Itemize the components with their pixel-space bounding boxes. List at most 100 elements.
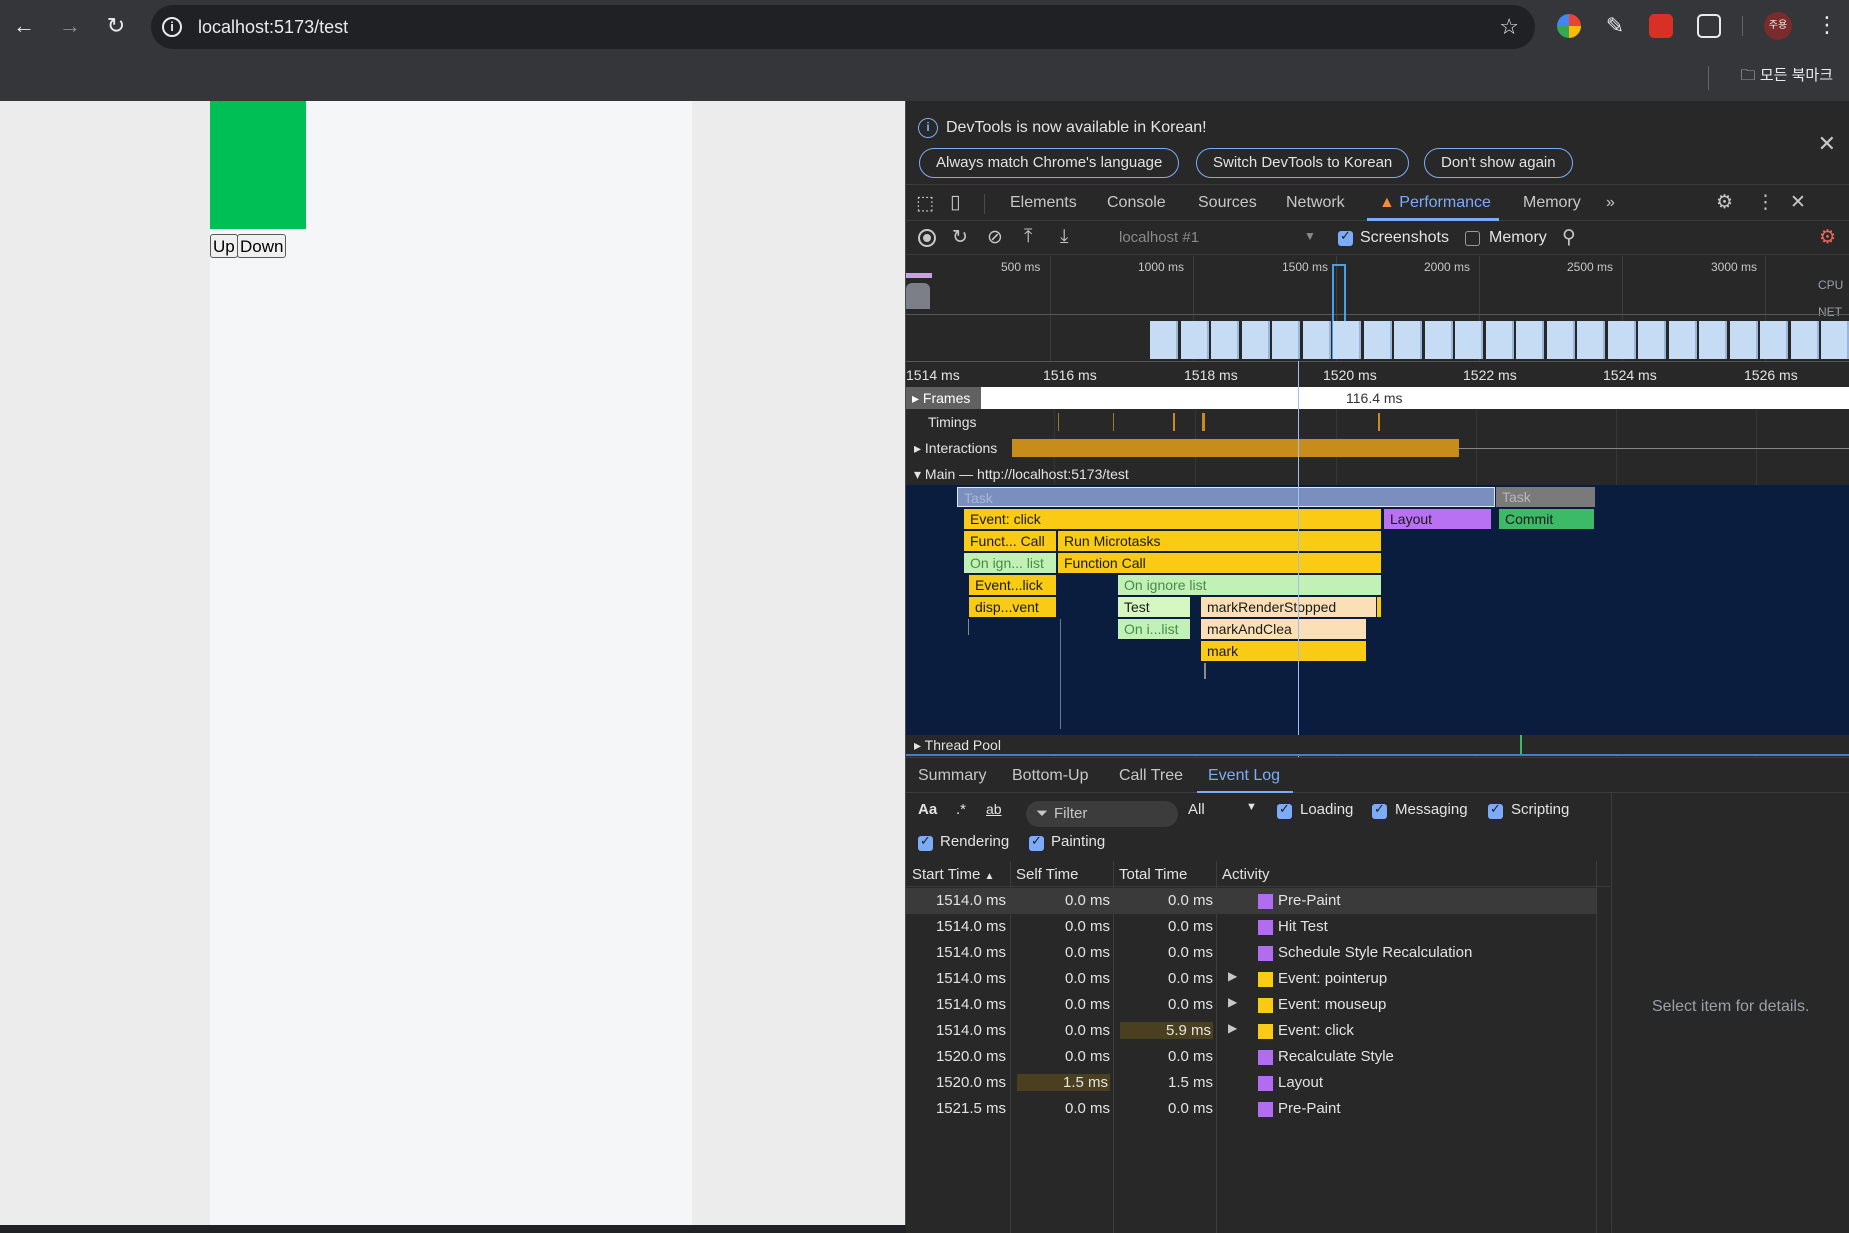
flame-function-call[interactable]: Funct... Call (964, 531, 1057, 551)
device-toolbar-icon[interactable]: ▯ (950, 191, 960, 214)
screenshot-thumbnail[interactable] (1546, 321, 1575, 359)
filter-input[interactable]: ⏷ Filter (1026, 801, 1178, 827)
eyedropper-icon[interactable]: ✎ (1603, 14, 1627, 38)
whole-word-icon[interactable]: ab (986, 801, 1002, 817)
interaction-bar[interactable] (1012, 439, 1459, 457)
rendering-checkbox[interactable] (918, 833, 933, 851)
target-select[interactable]: localhost #1 (1119, 229, 1199, 246)
expand-icon[interactable]: ▶ (1228, 1021, 1237, 1035)
table-row[interactable]: 1520.0 ms 0.0 ms 0.0 ms Recalculate Style (906, 1044, 1596, 1070)
flame-layout[interactable]: Layout (1384, 509, 1492, 529)
screenshot-thumbnail[interactable] (1394, 321, 1422, 359)
close-devtools-icon[interactable]: ✕ (1790, 191, 1806, 214)
screenshot-thumbnail[interactable] (1241, 321, 1270, 359)
reload-record-icon[interactable]: ↻ (952, 226, 968, 249)
screenshot-thumbnail[interactable] (1333, 321, 1361, 359)
screenshot-thumbnail[interactable] (1302, 321, 1331, 359)
memory-checkbox[interactable] (1465, 231, 1480, 246)
forward-icon[interactable]: → (55, 11, 85, 41)
main-flame-chart[interactable]: Task Task Event: click Layout Commit Fun… (906, 485, 1849, 735)
chevron-down-icon[interactable]: ▼ (1246, 801, 1257, 813)
url-text[interactable]: localhost:5173/test (198, 17, 348, 38)
table-row[interactable]: 1514.0 ms 0.0 ms 5.9 ms ▶ Event: click (906, 1018, 1596, 1044)
tab-network[interactable]: Network (1286, 194, 1345, 212)
flame-ignore-list[interactable]: On ign... list (964, 553, 1057, 573)
loading-checkbox[interactable] (1277, 801, 1292, 819)
devtools-menu-icon[interactable]: ⋮ (1756, 191, 1775, 214)
screenshot-thumbnail[interactable] (1150, 321, 1178, 359)
switch-korean-button[interactable]: Switch DevTools to Korean (1196, 148, 1410, 178)
flame-mark[interactable]: mark (1201, 641, 1367, 661)
expand-icon[interactable]: ▶ (1228, 995, 1237, 1009)
settings-gear-icon[interactable]: ⚙ (1716, 191, 1733, 214)
flame-test[interactable]: Test (1118, 597, 1191, 617)
screenshot-thumbnail[interactable] (1638, 321, 1666, 359)
screenshots-checkbox[interactable] (1338, 228, 1353, 246)
table-row[interactable]: 1514.0 ms 0.0 ms 0.0 ms Schedule Style Reca… (906, 940, 1596, 966)
regex-icon[interactable]: .* (956, 801, 966, 818)
painting-checkbox[interactable] (1029, 833, 1044, 851)
tab-performance[interactable]: ▲ Performance (1379, 194, 1491, 212)
screenshot-thumbnail[interactable] (1760, 321, 1788, 359)
reload-icon[interactable]: ↻ (101, 11, 131, 41)
flame-mark-render-stopped[interactable]: markRenderStopped (1201, 597, 1377, 617)
col-start-time[interactable]: Start Time ▲ (912, 866, 994, 883)
tab-memory[interactable]: Memory (1523, 194, 1581, 212)
expand-icon[interactable]: ▶ (1228, 969, 1237, 983)
table-row[interactable]: 1514.0 ms 0.0 ms 0.0 ms Pre-Paint (906, 888, 1596, 914)
screenshot-thumbnail[interactable] (1668, 321, 1697, 359)
screenshot-thumbnail[interactable] (1821, 321, 1849, 359)
main-track-label-wrap[interactable]: ▾ Main — http://localhost:5173/test (914, 466, 1129, 483)
table-row[interactable]: 1521.5 ms 0.0 ms 0.0 ms Pre-Paint (906, 1096, 1596, 1122)
chevron-down-icon[interactable]: ▼ (1304, 229, 1316, 243)
tab-elements[interactable]: Elements (1010, 194, 1077, 212)
col-activity[interactable]: Activity (1222, 866, 1270, 883)
browser-menu-icon[interactable]: ⋮ (1816, 12, 1838, 38)
frames-track-header[interactable]: ▸ Frames (906, 387, 981, 409)
screenshot-thumbnail[interactable] (1516, 321, 1544, 359)
back-icon[interactable]: ← (9, 11, 39, 41)
interactions-header[interactable]: ▸ Interactions (914, 440, 997, 457)
tab-summary[interactable]: Summary (918, 767, 986, 785)
level-select[interactable]: All (1188, 801, 1205, 818)
thread-pool-track[interactable]: ▸ Thread Pool (906, 735, 1849, 755)
profile-avatar[interactable]: 주용 (1764, 12, 1792, 40)
frames-track[interactable]: ▸ Frames 116.4 ms (906, 387, 1849, 409)
extensions-puzzle-icon[interactable] (1697, 14, 1721, 38)
flame-sliver[interactable] (1377, 597, 1382, 617)
flame-task[interactable]: Task (1496, 487, 1596, 507)
screenshot-thumbnail[interactable] (1424, 321, 1453, 359)
table-row[interactable]: 1514.0 ms 0.0 ms 0.0 ms ▶ Event: pointerup (906, 966, 1596, 992)
screenshot-thumbnail[interactable] (1607, 321, 1636, 359)
upload-icon[interactable]: ⤒ (1024, 226, 1032, 248)
tab-call-tree[interactable]: Call Tree (1119, 767, 1183, 785)
tab-bottom-up[interactable]: Bottom-Up (1012, 767, 1088, 785)
flame-run-microtasks[interactable]: Run Microtasks (1058, 531, 1382, 551)
flame-ignore-list[interactable]: On ignore list (1118, 575, 1382, 595)
all-bookmarks-button[interactable]: 🗀 모든 북마크 (1741, 64, 1833, 90)
color-extension-icon[interactable] (1557, 14, 1581, 38)
bookmark-star-icon[interactable]: ☆ (1499, 14, 1519, 40)
dont-show-again-button[interactable]: Don't show again (1424, 148, 1573, 178)
screenshot-thumbnail[interactable] (1455, 321, 1483, 359)
flame-function-call[interactable]: Function Call (1058, 553, 1382, 573)
scripting-checkbox[interactable] (1488, 801, 1503, 819)
close-infobar-icon[interactable]: ✕ (1818, 131, 1836, 157)
extension-icon[interactable] (1649, 14, 1673, 38)
flame-dispatch-event[interactable]: disp...vent (969, 597, 1057, 617)
screenshot-thumbnail[interactable] (1577, 321, 1605, 359)
flame-mark-and-clear[interactable]: markAndClea (1201, 619, 1367, 639)
flame-event-click[interactable]: Event: click (964, 509, 1382, 529)
address-bar[interactable]: i localhost:5173/test ☆ (151, 5, 1535, 49)
site-info-icon[interactable]: i (162, 17, 182, 37)
table-row[interactable]: 1514.0 ms 0.0 ms 0.0 ms Hit Test (906, 914, 1596, 940)
screenshot-thumbnail[interactable] (1485, 321, 1514, 359)
screenshot-thumbnail[interactable] (1363, 321, 1392, 359)
messaging-checkbox[interactable] (1372, 801, 1387, 819)
screenshot-filmstrip[interactable] (1150, 321, 1849, 359)
more-tabs-icon[interactable]: » (1606, 194, 1615, 212)
flame-event-handler[interactable]: Event...lick (969, 575, 1057, 595)
download-icon[interactable]: ⤓ (1060, 226, 1068, 248)
tab-sources[interactable]: Sources (1198, 194, 1257, 212)
table-row[interactable]: 1514.0 ms 0.0 ms 0.0 ms ▶ Event: mouseup (906, 992, 1596, 1018)
